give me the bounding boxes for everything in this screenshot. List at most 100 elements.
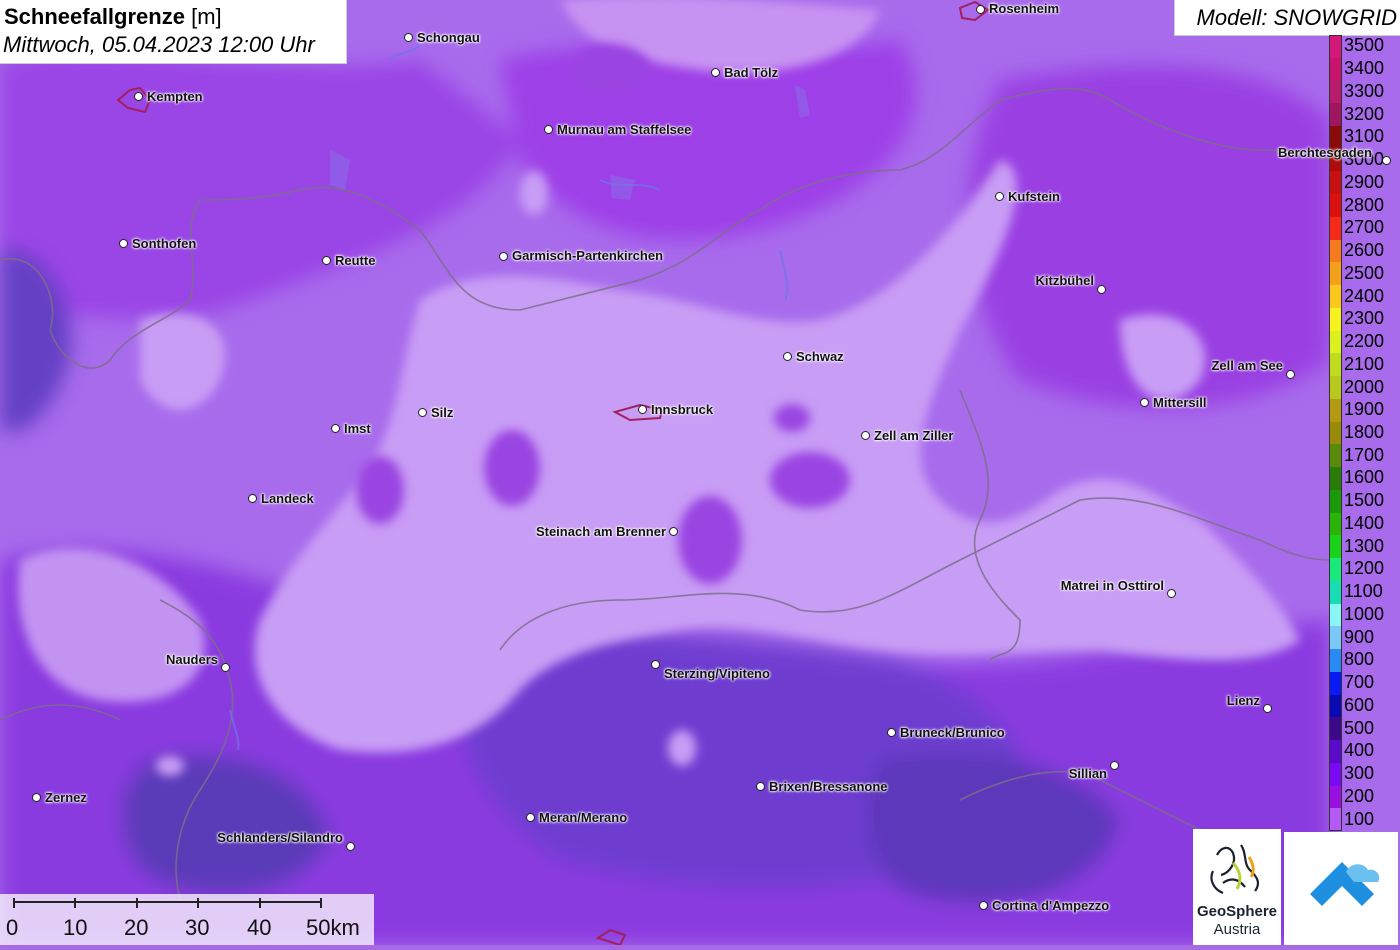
city-label[interactable]: Rosenheim <box>989 1 1059 16</box>
city-marker-icon[interactable] <box>1382 156 1391 165</box>
legend-label: 1900 <box>1344 399 1385 420</box>
legend-label: 2500 <box>1344 262 1385 283</box>
legend-label: 400 <box>1344 740 1375 761</box>
city-label[interactable]: Steinach am Brenner <box>536 524 666 539</box>
map-title: Schneefallgrenze [m] <box>4 4 222 30</box>
scale-label: 30 <box>185 915 210 940</box>
city-label[interactable]: Matrei in Osttirol <box>1061 578 1164 593</box>
city-label[interactable]: Zell am See <box>1211 358 1283 373</box>
scale-label: 50km <box>306 915 360 940</box>
city-label[interactable]: Silz <box>431 405 453 420</box>
city-marker-icon[interactable] <box>322 256 331 265</box>
legend-label: 1600 <box>1344 467 1385 488</box>
city-label[interactable]: Garmisch-Partenkirchen <box>512 248 663 263</box>
geosphere-emblem-icon <box>1210 844 1260 895</box>
city-marker-icon[interactable] <box>526 813 535 822</box>
city-marker-icon[interactable] <box>861 431 870 440</box>
legend-label: 600 <box>1344 694 1375 715</box>
city-marker-icon[interactable] <box>979 901 988 910</box>
city-marker-icon[interactable] <box>1167 589 1176 598</box>
city-marker-icon[interactable] <box>134 92 143 101</box>
city-label[interactable]: Sillian <box>1069 766 1107 781</box>
mountain-cloud-icon <box>1310 862 1380 906</box>
city-label[interactable]: Schwaz <box>796 349 844 364</box>
legend-label: 2800 <box>1344 194 1385 215</box>
legend-label: 2600 <box>1344 240 1385 261</box>
city-label[interactable]: Kitzbühel <box>1036 273 1095 288</box>
legend-label: 2700 <box>1344 217 1385 238</box>
map-title-box: Schneefallgrenze [m] Mittwoch, 05.04.202… <box>0 0 347 64</box>
weather-app-logo[interactable] <box>1284 832 1398 945</box>
city-marker-icon[interactable] <box>346 842 355 851</box>
legend-label: 900 <box>1344 626 1375 647</box>
city-label[interactable]: Mittersill <box>1153 395 1206 410</box>
city-marker-icon[interactable] <box>404 33 413 42</box>
city-label[interactable]: Schlanders/Silandro <box>217 830 343 845</box>
scale-label: 10 <box>63 915 88 940</box>
city-label[interactable]: Berchtesgaden <box>1278 145 1372 160</box>
city-marker-icon[interactable] <box>711 68 720 77</box>
legend-label: 500 <box>1344 717 1375 738</box>
city-label[interactable]: Kempten <box>147 89 203 104</box>
city-marker-icon[interactable] <box>331 424 340 433</box>
city-marker-icon[interactable] <box>976 5 985 14</box>
legend-label: 1300 <box>1344 535 1385 556</box>
legend-label: 1700 <box>1344 444 1385 465</box>
city-label[interactable]: Bad Tölz <box>724 65 778 80</box>
city-marker-icon[interactable] <box>887 728 896 737</box>
city-label[interactable]: Nauders <box>166 652 218 667</box>
legend-label: 100 <box>1344 808 1375 829</box>
city-label[interactable]: Cortina d'Ampezzo <box>992 898 1109 913</box>
city-marker-icon[interactable] <box>119 239 128 248</box>
city-marker-icon[interactable] <box>638 405 647 414</box>
city-marker-icon[interactable] <box>651 660 660 669</box>
city-marker-icon[interactable] <box>1110 761 1119 770</box>
city-marker-icon[interactable] <box>544 125 553 134</box>
city-label[interactable]: Murnau am Staffelsee <box>557 122 691 137</box>
legend-label: 1100 <box>1344 581 1383 602</box>
city-label[interactable]: Brixen/Bressanone <box>769 779 888 794</box>
legend-label: 2200 <box>1344 331 1385 352</box>
city-label[interactable]: Meran/Merano <box>539 810 627 825</box>
legend-label: 1500 <box>1344 490 1385 511</box>
scale-label: 20 <box>124 915 149 940</box>
city-marker-icon[interactable] <box>1286 370 1295 379</box>
city-marker-icon[interactable] <box>499 252 508 261</box>
city-marker-icon[interactable] <box>248 494 257 503</box>
legend-label: 2400 <box>1344 285 1385 306</box>
legend-label: 2000 <box>1344 376 1385 397</box>
city-label[interactable]: Schongau <box>417 30 480 45</box>
city-label[interactable]: Lienz <box>1227 693 1260 708</box>
city-label[interactable]: Zernez <box>45 790 87 805</box>
snowfall-limit-map[interactable] <box>0 0 1400 945</box>
city-label[interactable]: Sterzing/Vipiteno <box>664 666 770 681</box>
city-marker-icon[interactable] <box>1097 285 1106 294</box>
city-label[interactable]: Zell am Ziller <box>874 428 953 443</box>
geosphere-logo[interactable]: GeoSphere Austria <box>1193 829 1281 945</box>
city-label[interactable]: Kufstein <box>1008 189 1060 204</box>
title-unit: [m] <box>191 4 222 29</box>
legend-label: 2900 <box>1344 171 1385 192</box>
city-label[interactable]: Reutte <box>335 253 375 268</box>
city-marker-icon[interactable] <box>756 782 765 791</box>
legend-label: 1200 <box>1344 558 1385 579</box>
city-label[interactable]: Innsbruck <box>651 402 713 417</box>
city-label[interactable]: Landeck <box>261 491 314 506</box>
city-label[interactable]: Bruneck/Brunico <box>900 725 1005 740</box>
city-marker-icon[interactable] <box>995 192 1004 201</box>
city-marker-icon[interactable] <box>669 527 678 536</box>
legend-label: 800 <box>1344 649 1375 670</box>
city-marker-icon[interactable] <box>32 793 41 802</box>
city-marker-icon[interactable] <box>783 352 792 361</box>
model-label-box: Modell: SNOWGRID <box>1174 0 1400 36</box>
city-marker-icon[interactable] <box>1140 398 1149 407</box>
legend-label: 200 <box>1344 785 1375 806</box>
city-label[interactable]: Sonthofen <box>132 236 196 251</box>
city-marker-icon[interactable] <box>221 663 230 672</box>
legend-label: 300 <box>1344 763 1375 784</box>
legend-label: 3400 <box>1344 58 1385 79</box>
city-label[interactable]: Imst <box>344 421 371 436</box>
geosphere-country: Austria <box>1213 921 1261 938</box>
city-marker-icon[interactable] <box>418 408 427 417</box>
city-marker-icon[interactable] <box>1263 704 1272 713</box>
